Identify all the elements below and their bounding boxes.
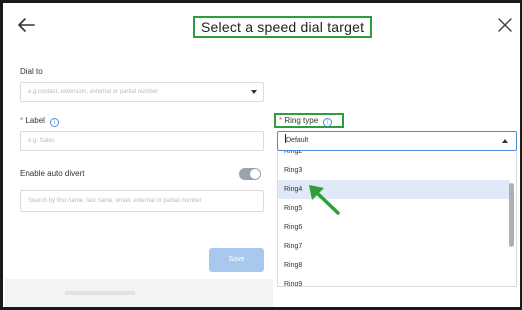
dropdown-scrollbar[interactable] <box>509 183 514 247</box>
dialog-title: Select a speed dial target <box>193 16 373 38</box>
ring-type-selected: Default <box>286 137 309 144</box>
save-button[interactable]: Save <box>209 248 264 272</box>
info-icon[interactable]: i <box>323 118 333 127</box>
divert-search-placeholder: Search by first name, last name, email, … <box>28 198 202 204</box>
close-icon[interactable] <box>496 16 514 34</box>
label-input[interactable]: e.g. Sales <box>20 131 264 151</box>
dial-to-input[interactable]: e.g contact, extension, external or part… <box>20 82 264 102</box>
label-field-label: * Label i <box>20 116 60 127</box>
background-strip <box>5 279 273 307</box>
ring-type-label: * Ring type i <box>279 116 333 127</box>
required-mark: * <box>279 116 283 125</box>
dial-to-placeholder: e.g contact, extension, external or part… <box>28 89 159 95</box>
info-icon[interactable]: i <box>50 118 60 127</box>
green-pointer-arrow-icon <box>309 185 340 215</box>
label-placeholder: e.g. Sales <box>28 138 55 144</box>
ring-type-select[interactable]: Default <box>277 131 517 151</box>
auto-divert-label: Enable auto divert <box>20 169 85 178</box>
dropdown-option-ring2[interactable]: Ring2 <box>278 151 510 161</box>
dial-to-label: Dial to <box>20 67 43 76</box>
auto-divert-toggle[interactable] <box>239 168 261 180</box>
ring-type-dropdown: Ring2 Ring3 Ring4 Ring5 Ring6 Ring7 Ring… <box>277 151 517 287</box>
divert-search-input[interactable]: Search by first name, last name, email, … <box>20 190 264 212</box>
chevron-up-icon <box>502 139 508 143</box>
chevron-down-icon <box>251 90 257 94</box>
dropdown-option-ring6[interactable]: Ring6 <box>278 218 510 237</box>
background-ghost-text <box>65 291 135 295</box>
dropdown-option-ring7[interactable]: Ring7 <box>278 237 510 256</box>
required-mark: * <box>20 116 24 125</box>
toggle-knob <box>250 169 260 179</box>
dropdown-option-ring8[interactable]: Ring8 <box>278 256 510 275</box>
ring-type-text: Ring type <box>284 116 319 125</box>
dropdown-option-ring9[interactable]: Ring9 <box>278 275 510 286</box>
arrow-left-icon[interactable] <box>17 17 35 33</box>
label-field-text: Label <box>25 116 45 125</box>
dialog-header: Select a speed dial target <box>3 3 520 49</box>
speed-dial-dialog: Select a speed dial target Dial to e.g c… <box>0 0 522 310</box>
dropdown-option-ring3[interactable]: Ring3 <box>278 161 510 180</box>
